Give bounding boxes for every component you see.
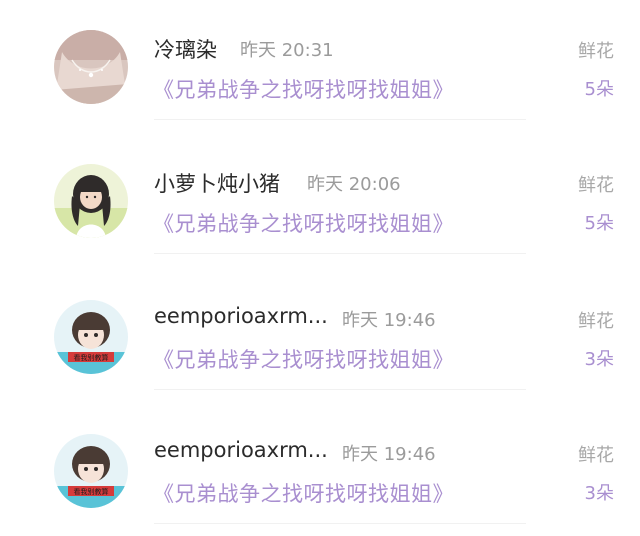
avatar[interactable] (54, 164, 128, 238)
gift-time: 昨天 19:46 (342, 310, 436, 331)
user-name[interactable]: eemporioaxrm... (154, 304, 328, 328)
gift-record-item[interactable]: 看我别教算 eemporioaxrm... 昨天 19:46 《兄弟战争之找呀找… (0, 270, 640, 390)
gift-count: 3朵 (584, 483, 614, 504)
avatar[interactable] (54, 30, 128, 104)
gift-time: 昨天 19:46 (342, 444, 436, 465)
divider (154, 523, 526, 524)
work-title-link[interactable]: 《兄弟战争之找呀找呀找姐姐》 (153, 74, 454, 104)
gift-time: 昨天 20:31 (240, 40, 334, 61)
svg-text:看我别教算: 看我别教算 (74, 487, 109, 496)
work-title-link[interactable]: 《兄弟战争之找呀找呀找姐姐》 (153, 478, 454, 508)
gift-count: 3朵 (584, 349, 614, 370)
gift-count: 5朵 (584, 213, 614, 234)
gift-type-label: 鲜花 (578, 445, 614, 466)
gift-record-item[interactable]: 看我别教算 eemporioaxrm... 昨天 19:46 《兄弟战争之找呀找… (0, 404, 640, 524)
gift-time: 昨天 20:06 (307, 174, 401, 195)
gift-record-item[interactable]: 小萝卜炖小猪 昨天 20:06 《兄弟战争之找呀找呀找姐姐》 鲜花 5朵 (0, 134, 640, 254)
svg-text:看我别教算: 看我别教算 (74, 353, 109, 362)
gift-type-label: 鲜花 (578, 311, 614, 332)
work-title-link[interactable]: 《兄弟战争之找呀找呀找姐姐》 (153, 344, 454, 374)
avatar[interactable]: 看我别教算 (54, 434, 128, 508)
girl-avatar-icon (54, 164, 128, 238)
cartoon-boy-avatar-icon: 看我别教算 (54, 434, 128, 508)
user-name[interactable]: eemporioaxrm... (154, 438, 328, 462)
work-title-link[interactable]: 《兄弟战争之找呀找呀找姐姐》 (153, 208, 454, 238)
user-name[interactable]: 小萝卜炖小猪 (154, 168, 280, 198)
divider (154, 119, 526, 120)
divider (154, 389, 526, 390)
cartoon-boy-avatar-icon: 看我别教算 (54, 300, 128, 374)
gift-type-label: 鲜花 (578, 175, 614, 196)
user-name[interactable]: 冷璃染 (154, 34, 217, 64)
gift-count: 5朵 (584, 79, 614, 100)
avatar[interactable]: 看我别教算 (54, 300, 128, 374)
gift-record-item[interactable]: 冷璃染 昨天 20:31 《兄弟战争之找呀找呀找姐姐》 鲜花 5朵 (0, 0, 640, 120)
divider (154, 253, 526, 254)
gift-record-list: 冷璃染 昨天 20:31 《兄弟战争之找呀找呀找姐姐》 鲜花 5朵 小萝卜炖小猪… (0, 0, 640, 536)
necklace-avatar-icon (54, 30, 128, 104)
gift-type-label: 鲜花 (578, 41, 614, 62)
